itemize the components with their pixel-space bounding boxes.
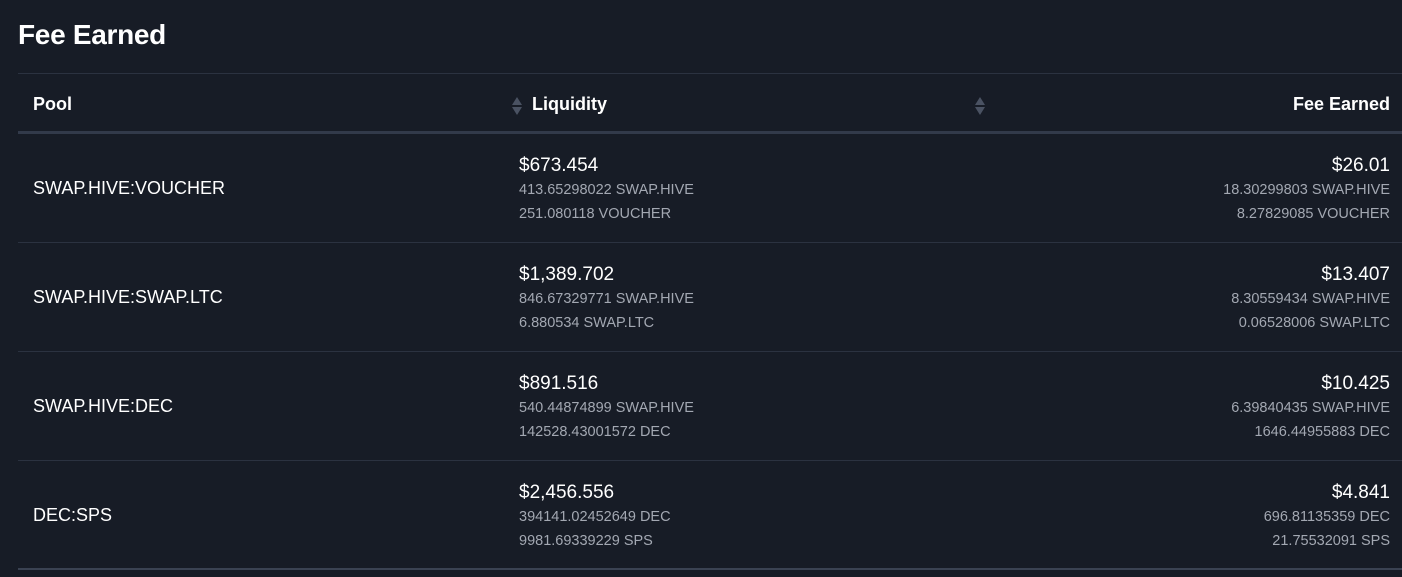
liquidity-usd: $673.454 (519, 155, 599, 176)
column-header-liquidity[interactable]: Liquidity (532, 74, 607, 132)
fee-cell: $26.01 18.30299803 SWAP.HIVE 8.27829085 … (1223, 154, 1390, 226)
fee-amount: 696.81135359 DEC (1263, 509, 1390, 525)
liquidity-cell: $1,389.702 846.67329771 SWAP.HIVE 6.8805… (519, 263, 694, 335)
sort-arrows-icon[interactable] (512, 96, 522, 116)
table-row: SWAP.HIVE:DEC $891.516 540.44874899 SWAP… (18, 352, 1402, 461)
liquidity-cell: $891.516 540.44874899 SWAP.HIVE 142528.4… (519, 372, 694, 444)
fee-amount: 18.30299803 SWAP.HIVE (1223, 182, 1390, 198)
liquidity-amount: 6.880534 SWAP.LTC (519, 315, 655, 331)
pool-name: SWAP.HIVE:VOUCHER (33, 178, 226, 198)
section-title: Fee Earned (18, 19, 166, 50)
fee-amount: 0.06528006 SWAP.LTC (1238, 315, 1390, 331)
liquidity-amount: 251.080118 VOUCHER (519, 206, 672, 222)
liquidity-amount: 142528.43001572 DEC (519, 424, 671, 440)
liquidity-amount: 540.44874899 SWAP.HIVE (519, 400, 694, 416)
fee-usd: $26.01 (1331, 155, 1390, 176)
fee-earned-table: Pool Liquidity Fee Earned SWAP.HIVE:VOUC… (18, 73, 1402, 570)
fee-usd: $4.841 (1331, 482, 1390, 503)
column-header-pool: Pool (33, 94, 72, 114)
pool-name: DEC:SPS (33, 505, 113, 525)
sort-arrows-icon[interactable] (975, 96, 985, 116)
table-row: SWAP.HIVE:VOUCHER $673.454 413.65298022 … (18, 134, 1402, 243)
fee-amount: 1646.44955883 DEC (1254, 424, 1390, 440)
fee-cell: $13.407 8.30559434 SWAP.HIVE 0.06528006 … (1231, 263, 1390, 335)
pool-name: SWAP.HIVE:SWAP.LTC (33, 287, 223, 307)
fee-usd: $10.425 (1321, 373, 1390, 394)
table-row: DEC:SPS $2,456.556 394141.02452649 DEC 9… (18, 461, 1402, 570)
fee-earned-section: Fee Earned Pool Liquidity Fee Earned SWA… (0, 0, 1402, 577)
table-header: Pool Liquidity Fee Earned (18, 73, 1402, 134)
liquidity-amount: 394141.02452649 DEC (519, 509, 671, 525)
fee-cell: $10.425 6.39840435 SWAP.HIVE 1646.449558… (1231, 372, 1390, 444)
liquidity-amount: 846.67329771 SWAP.HIVE (519, 291, 694, 307)
fee-amount: 6.39840435 SWAP.HIVE (1231, 400, 1390, 416)
column-header-fee-earned[interactable]: Fee Earned (1293, 74, 1390, 132)
liquidity-cell: $673.454 413.65298022 SWAP.HIVE 251.0801… (519, 154, 694, 226)
liquidity-usd: $2,456.556 (519, 482, 615, 503)
fee-amount: 8.27829085 VOUCHER (1236, 206, 1390, 222)
fee-amount: 21.75532091 SPS (1272, 533, 1390, 549)
liquidity-cell: $2,456.556 394141.02452649 DEC 9981.6933… (519, 481, 671, 553)
fee-amount: 8.30559434 SWAP.HIVE (1231, 291, 1390, 307)
table-row: SWAP.HIVE:SWAP.LTC $1,389.702 846.673297… (18, 243, 1402, 352)
fee-usd: $13.407 (1321, 264, 1390, 285)
liquidity-usd: $1,389.702 (519, 264, 615, 285)
fee-cell: $4.841 696.81135359 DEC 21.75532091 SPS (1264, 481, 1390, 553)
liquidity-amount: 9981.69339229 SPS (519, 533, 653, 549)
liquidity-amount: 413.65298022 SWAP.HIVE (519, 182, 694, 198)
liquidity-usd: $891.516 (519, 373, 599, 394)
pool-name: SWAP.HIVE:DEC (33, 396, 174, 416)
